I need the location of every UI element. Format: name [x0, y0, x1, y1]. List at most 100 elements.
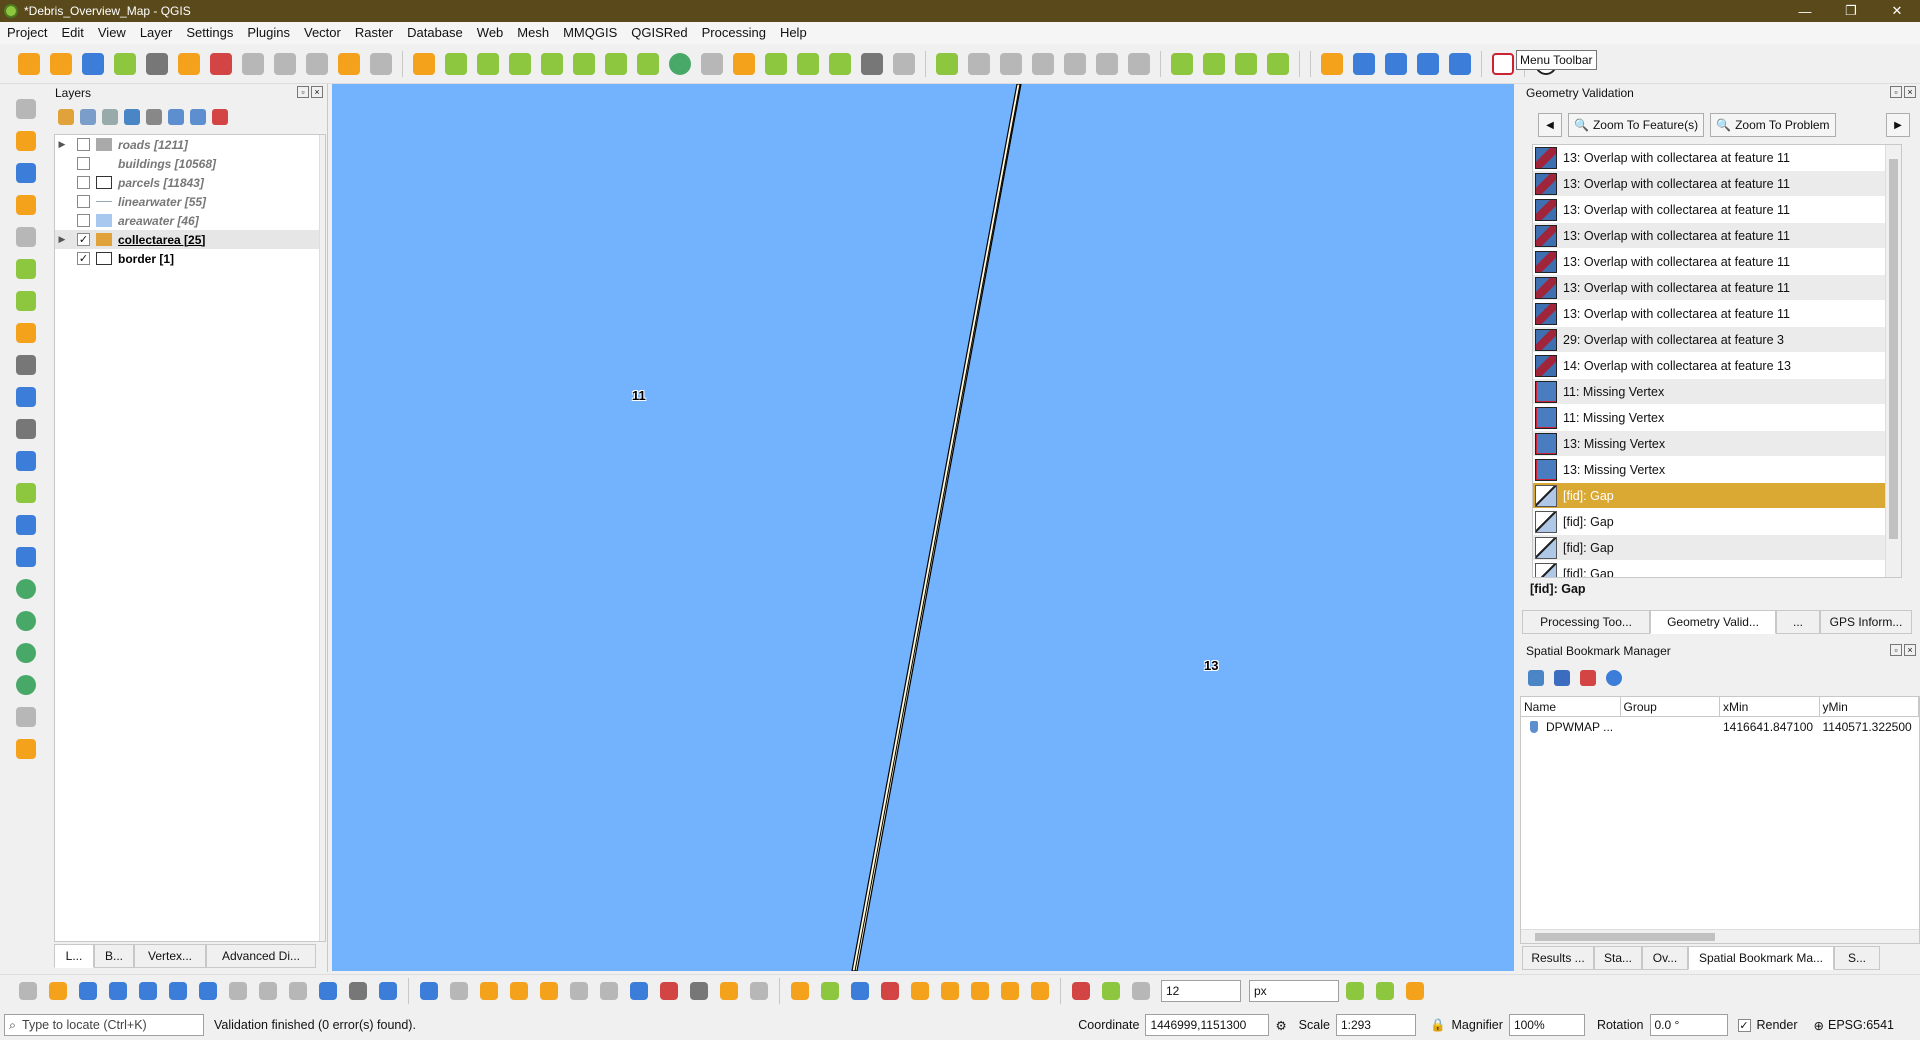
offset-curve-icon[interactable]	[665, 49, 695, 79]
validation-error-row[interactable]: [fid]: Gap	[1533, 561, 1901, 577]
add-postgis-icon[interactable]	[10, 478, 42, 508]
label-hide-icon[interactable]	[876, 977, 904, 1005]
redo-icon[interactable]	[366, 49, 396, 79]
snap-tolerance-input[interactable]: 12	[1161, 979, 1241, 1002]
render-checkbox[interactable]: ✓	[1737, 1018, 1751, 1032]
zoom-next-icon[interactable]	[254, 977, 282, 1005]
cut-icon[interactable]	[238, 49, 268, 79]
new-map-view-icon[interactable]	[284, 977, 312, 1005]
layer-symbol-icon[interactable]	[96, 157, 112, 170]
crs-icon[interactable]: ⊕	[1814, 1018, 1824, 1033]
map-tips-icon[interactable]	[715, 977, 743, 1005]
layer-row[interactable]: buildings [10568]	[55, 154, 325, 173]
snap-mode-icon[interactable]	[1097, 977, 1125, 1005]
validation-error-row[interactable]: 14: Overlap with collectarea at feature …	[1533, 353, 1901, 379]
statistics-icon[interactable]	[595, 977, 623, 1005]
toolbox-icon[interactable]	[625, 977, 653, 1005]
actions-icon[interactable]	[445, 977, 473, 1005]
float-icon[interactable]: ▫	[297, 86, 309, 98]
add-ring-icon[interactable]	[473, 49, 503, 79]
layer-symbol-icon[interactable]	[96, 214, 112, 227]
maximize-button[interactable]: ❐	[1828, 0, 1874, 22]
node-tool-icon[interactable]	[1167, 49, 1197, 79]
toolbar-4-icon[interactable]	[1413, 49, 1443, 79]
label-move-icon[interactable]	[906, 977, 934, 1005]
save-project-icon[interactable]	[10, 158, 42, 188]
column-header-xmin[interactable]: xMin	[1720, 697, 1820, 716]
add-mesh-icon[interactable]	[10, 510, 42, 540]
attributes-icon[interactable]	[1263, 49, 1293, 79]
zoom-last-icon[interactable]	[224, 977, 252, 1005]
refresh-icon[interactable]	[374, 977, 402, 1005]
tab-3[interactable]: Advanced Di...	[206, 944, 316, 968]
move-icon[interactable]	[1028, 49, 1058, 79]
topology-icon[interactable]	[1341, 977, 1369, 1005]
delete-bookmark-icon[interactable]	[1580, 670, 1596, 686]
validation-error-row[interactable]: [fid]: Gap	[1533, 535, 1901, 561]
rotation-field[interactable]: 0.0 °	[1649, 1014, 1728, 1036]
validation-error-row[interactable]: 13: Missing Vertex	[1533, 431, 1901, 457]
add-vector-icon[interactable]	[10, 286, 42, 316]
layer-visibility-checkbox[interactable]	[77, 214, 90, 227]
float-icon[interactable]: ▫	[1890, 644, 1902, 656]
close-icon[interactable]: ×	[1904, 86, 1916, 98]
trace-icon[interactable]	[964, 49, 994, 79]
layer-row[interactable]: linearwater [55]	[55, 192, 325, 211]
toolbar-2-icon[interactable]	[1349, 49, 1379, 79]
add-vector-tile-icon[interactable]	[10, 446, 42, 476]
expand-all-icon[interactable]	[168, 109, 184, 125]
layer-symbol-icon[interactable]	[96, 233, 112, 246]
select-icon[interactable]	[174, 49, 204, 79]
identify-icon[interactable]	[1199, 49, 1229, 79]
python-icon[interactable]	[10, 734, 42, 764]
add-spatialite-icon[interactable]	[10, 382, 42, 412]
pan-to-selection-icon[interactable]	[44, 977, 72, 1005]
add-record-icon[interactable]	[110, 49, 140, 79]
more-icon[interactable]	[10, 702, 42, 732]
filter-icon[interactable]	[124, 109, 140, 125]
identify-icon[interactable]	[415, 977, 443, 1005]
add-polygon-icon[interactable]	[441, 49, 471, 79]
new-print-layout-icon[interactable]	[10, 190, 42, 220]
tab-1[interactable]: Sta...	[1594, 946, 1642, 970]
snap-enable-icon[interactable]	[1067, 977, 1095, 1005]
validation-error-row[interactable]: 11: Missing Vertex	[1533, 379, 1901, 405]
validation-error-row[interactable]: 13: Overlap with collectarea at feature …	[1533, 171, 1901, 197]
label-rotate-icon[interactable]	[966, 977, 994, 1005]
field-calculator-icon[interactable]	[565, 977, 593, 1005]
tab-2[interactable]: Ov...	[1642, 946, 1688, 970]
simplify-icon[interactable]	[857, 49, 887, 79]
tab-3[interactable]: GPS Inform...	[1820, 610, 1912, 634]
validation-error-row[interactable]: 13: Missing Vertex	[1533, 457, 1901, 483]
label-style-icon[interactable]	[1026, 977, 1054, 1005]
select-location-icon[interactable]	[1231, 49, 1261, 79]
style-icon[interactable]	[58, 109, 74, 125]
layer-row[interactable]: ▶ ✓ collectarea [25]	[55, 230, 325, 249]
float-icon[interactable]: ▫	[1890, 86, 1902, 98]
layer-symbol-icon[interactable]	[96, 252, 112, 265]
menu-help[interactable]: Help	[773, 22, 814, 44]
bookmark-hscroll[interactable]	[1521, 929, 1919, 943]
tab-1[interactable]: Geometry Valid...	[1650, 610, 1776, 634]
add-virtual-icon[interactable]	[10, 414, 42, 444]
menu-mmqgis[interactable]: MMQGIS	[556, 22, 624, 44]
menu-database[interactable]: Database	[400, 22, 470, 44]
validation-error-row[interactable]: [fid]: Gap	[1533, 509, 1901, 535]
bookmark-new-icon[interactable]	[314, 977, 342, 1005]
menu-processing[interactable]: Processing	[695, 22, 773, 44]
validation-error-row[interactable]: 13: Overlap with collectarea at feature …	[1533, 301, 1901, 327]
table-row[interactable]: DPWMAP ... 1416641.847100 1140571.322500	[1521, 717, 1919, 737]
list-scrollbar[interactable]	[1885, 145, 1901, 577]
measure-icon[interactable]	[685, 977, 713, 1005]
menu-layer[interactable]: Layer	[133, 22, 180, 44]
save-edits-icon[interactable]	[78, 49, 108, 79]
merge-attributes-icon[interactable]	[793, 49, 823, 79]
vertex-tool-icon[interactable]	[142, 49, 172, 79]
zoom-to-problem-button[interactable]: 🔍 Zoom To Problem	[1710, 113, 1836, 137]
validation-error-row[interactable]: 11: Missing Vertex	[1533, 405, 1901, 431]
close-icon[interactable]: ×	[1904, 644, 1916, 656]
tab-4[interactable]: S...	[1834, 946, 1880, 970]
menu-web[interactable]: Web	[470, 22, 511, 44]
tab-3[interactable]: Spatial Bookmark Ma...	[1688, 946, 1834, 970]
layer-row[interactable]: parcels [11843]	[55, 173, 325, 192]
